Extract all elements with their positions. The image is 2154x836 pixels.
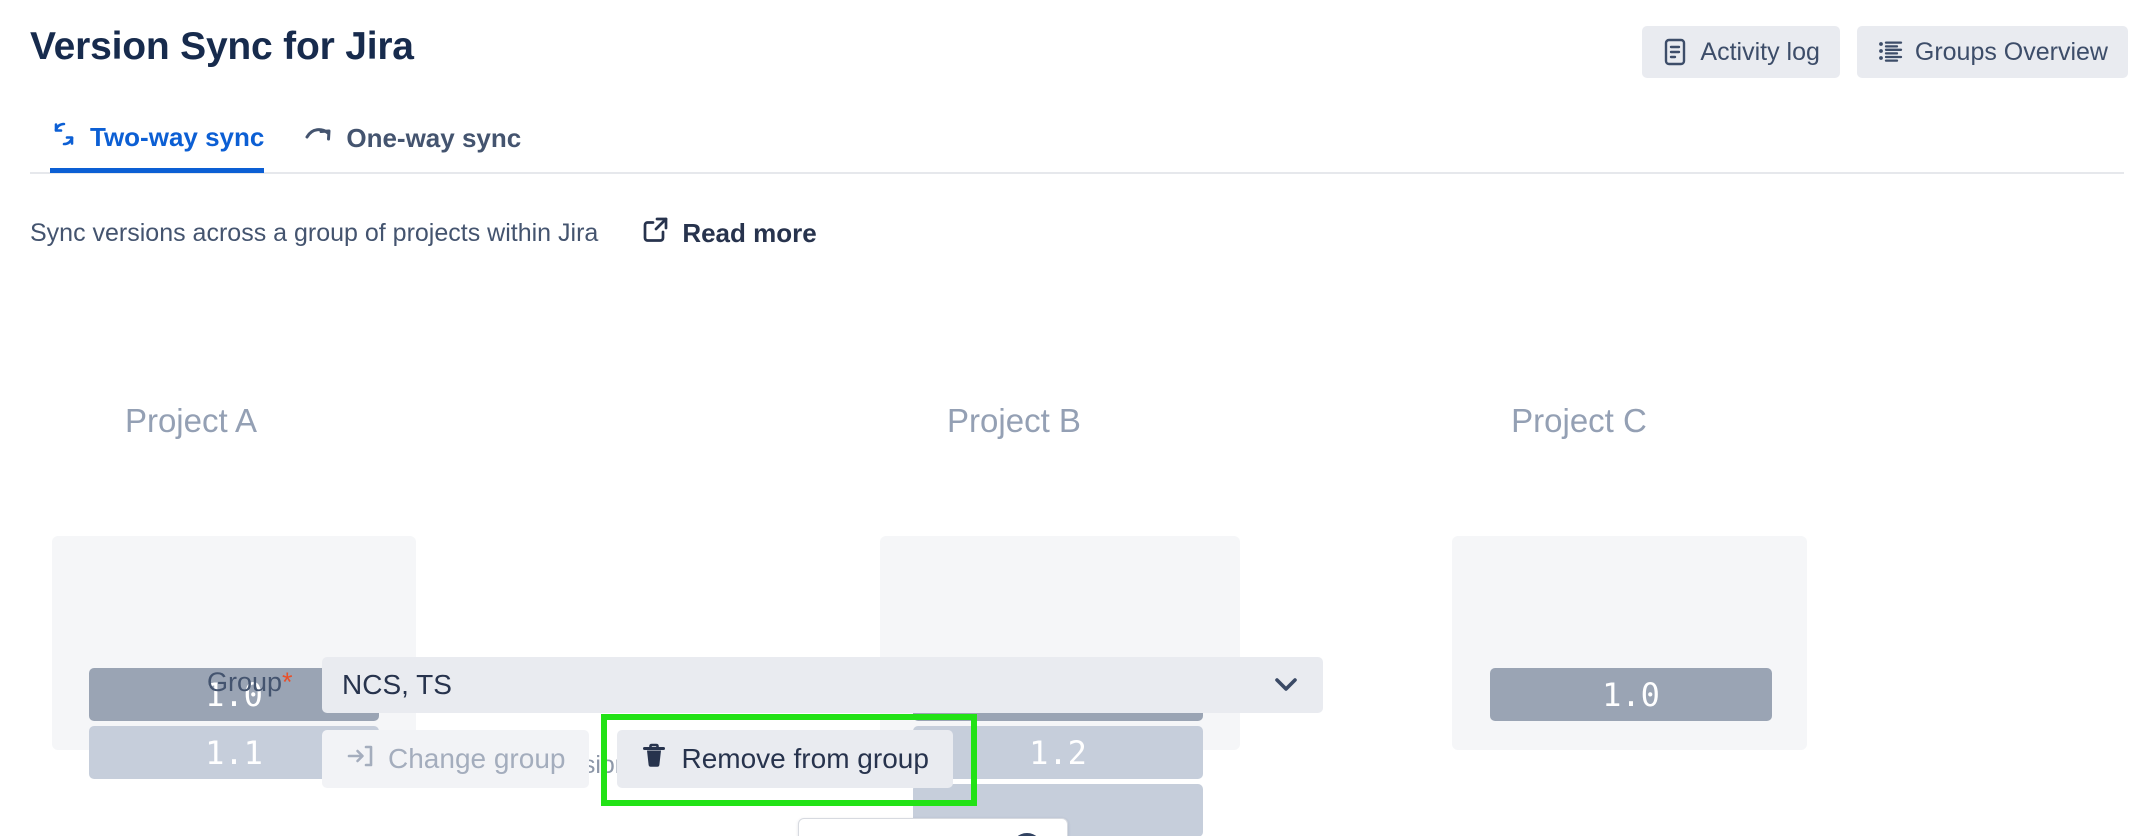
sync-diagram: Project A 1.0 1.1 Project B 1.0 1.2 Proj… xyxy=(0,290,2154,836)
project-c-version-0[interactable]: 1.0 xyxy=(1490,668,1772,721)
trash-icon xyxy=(641,742,667,777)
group-action-buttons: Change group Remove from group xyxy=(322,730,953,788)
list-icon xyxy=(1877,39,1903,65)
read-more-link[interactable]: Read more xyxy=(642,216,817,250)
tab-two-way-sync[interactable]: Two-way sync xyxy=(50,120,265,173)
remove-from-group-button[interactable]: Remove from group xyxy=(617,730,953,788)
sign-in-arrow-icon xyxy=(346,743,374,776)
tab-one-way-sync[interactable]: One-way sync xyxy=(304,122,521,173)
remove-from-group-label: Remove from group xyxy=(681,743,929,774)
change-group-button[interactable]: Change group xyxy=(322,730,590,788)
header-actions: Activity log Groups Overview xyxy=(1642,26,2128,78)
one-way-sync-icon xyxy=(304,122,334,155)
diagram-arrows xyxy=(0,290,2154,590)
app-page: Version Sync for Jira Activity log Group… xyxy=(0,0,2154,836)
tab-one-way-sync-label: One-way sync xyxy=(346,123,522,153)
document-icon xyxy=(1662,38,1688,66)
subtitle-text: Sync versions across a group of projects… xyxy=(30,218,599,247)
group-field-label: Group* xyxy=(207,667,293,698)
read-more-label: Read more xyxy=(682,217,817,248)
activity-log-button[interactable]: Activity log xyxy=(1642,26,1840,78)
groups-overview-button[interactable]: Groups Overview xyxy=(1856,26,2128,78)
subtitle-row: Sync versions across a group of projects… xyxy=(30,216,817,250)
group-select-value: NCS, TS xyxy=(342,669,452,700)
two-way-sync-icon xyxy=(50,120,78,155)
chevron-down-icon xyxy=(1271,674,1301,701)
tab-two-way-sync-label: Two-way sync xyxy=(90,122,265,152)
external-link-icon xyxy=(642,216,669,250)
group-label-text: Group xyxy=(207,667,283,697)
required-marker: * xyxy=(282,667,293,697)
tab-bar: Two-way sync One-way sync xyxy=(50,120,521,173)
page-title: Version Sync for Jira xyxy=(30,25,414,68)
change-group-label: Change group xyxy=(388,743,566,774)
group-select[interactable]: NCS, TS xyxy=(322,657,1323,713)
show-diagram-button[interactable]: Show diagram xyxy=(798,818,1068,836)
project-b-version-1[interactable]: 1.2 xyxy=(913,726,1203,779)
groups-overview-label: Groups Overview xyxy=(1914,37,2108,66)
activity-log-label: Activity log xyxy=(1700,37,1820,66)
